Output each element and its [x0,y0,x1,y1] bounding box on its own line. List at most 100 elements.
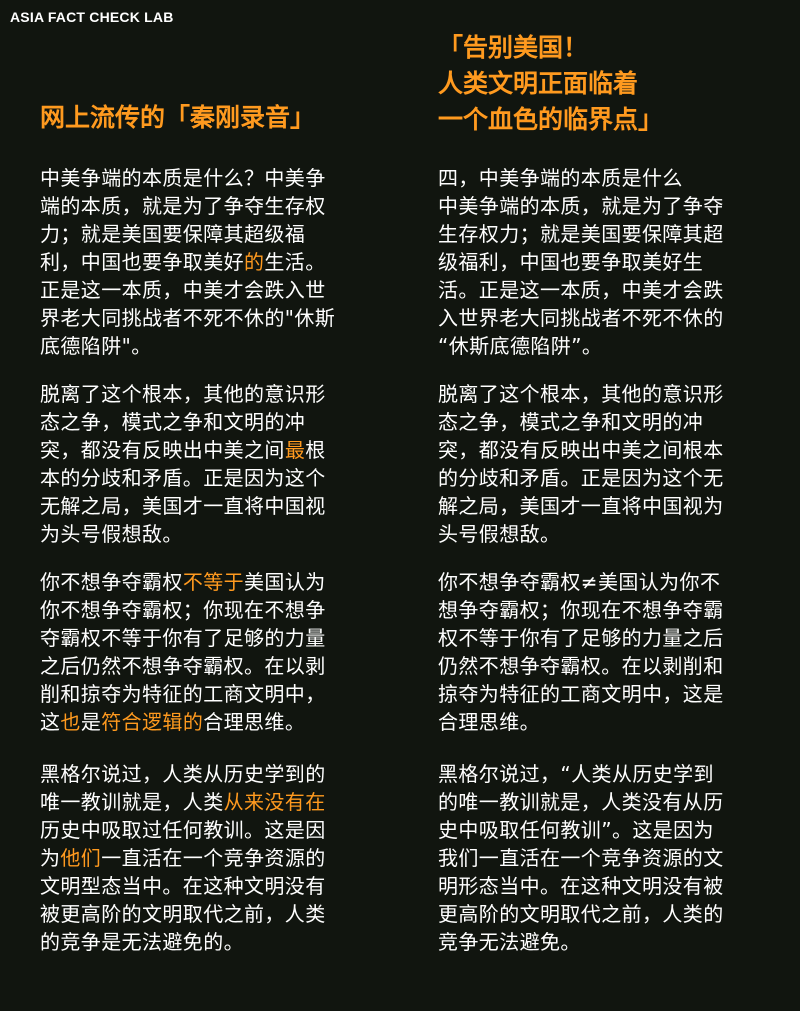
text-segment: 中美争端的本质，就是为了争夺 [438,194,724,218]
paragraph-line: 突，都没有反映出中美之间根本 [438,436,724,464]
paragraph-line: 无解之局，美国才一直将中国视 [40,492,326,520]
text-segment: 力；就是美国要保障其超级福 [40,222,306,246]
left-title: 网上流传的「秦刚录音」 [40,103,316,132]
text-segment: 黑格尔说过，人类从历史学到的 [40,762,326,786]
paragraph-line: 想争夺霸权；你现在不想争夺霸 [438,596,724,624]
text-segment: 态之争，模式之争和文明的冲 [438,410,704,434]
paragraph-line: 掠夺为特征的工商文明中，这是 [438,680,724,708]
text-segment: 掠夺为特征的工商文明中，这是 [438,682,724,706]
brand-label: ASIA FACT CHECK LAB [10,9,174,25]
paragraph-line: 更高阶的文明取代之前，人类的 [438,900,724,928]
left-paragraph-4: 黑格尔说过，人类从历史学到的 唯一教训就是，人类从来没有在 历史中吸取过任何教训。这… [40,760,326,956]
text-segment: 生活。 [264,250,326,274]
text-segment: 解之局，美国才一直将中国视为 [438,494,724,518]
highlighted-text: 他们 [60,846,102,870]
paragraph-line: 中美争端的本质是什么？中美争 [40,164,335,192]
paragraph-line: 合理思维。 [438,708,724,736]
paragraph-line: 被更高阶的文明取代之前，人类 [40,900,326,928]
paragraph-line: 你不想争夺霸权；你现在不想争 [40,596,326,624]
text-segment: 头号假想敌。 [438,522,561,546]
paragraph-line: 黑格尔说过，“人类从历史学到 [438,760,724,788]
paragraph-line: 突，都没有反映出中美之间最根 [40,436,326,464]
paragraph-line: 唯一教训就是，人类从来没有在 [40,788,326,816]
paragraph-line: 正是这一本质，中美才会跌入世 [40,276,335,304]
text-segment: 合理思维。 [203,710,306,734]
highlighted-text: 的 [244,250,265,274]
text-segment: 活。正是这一本质，中美才会跌 [438,278,724,302]
text-segment: 的唯一教训就是，人类没有从历 [438,790,724,814]
highlighted-text: 最 [284,438,306,462]
text-segment: 正是这一本质，中美才会跌入世 [40,278,326,302]
paragraph-line: 你不想争夺霸权不等于美国认为 [40,568,326,596]
paragraph-line: 脱离了这个根本，其他的意识形 [438,380,724,408]
text-segment: 四，中美争端的本质是什么 [438,166,683,190]
text-segment: 界老大同挑战者不死不休的"休斯 [40,306,336,330]
paragraph-line: 历史中吸取过任何教训。这是因 [40,816,326,844]
text-segment: 为 [40,846,61,870]
text-segment: 利，中国也要争取美好 [40,250,244,274]
right-paragraph-1: 四，中美争端的本质是什么中美争端的本质，就是为了争夺 生存权力；就是美国要保障其超… [438,164,724,360]
paragraph-line: 的唯一教训就是，人类没有从历 [438,788,724,816]
paragraph-line: 端的本质，就是为了争夺生存权 [40,192,335,220]
text-segment: 突，都没有反映出中美之间 [40,438,285,462]
paragraph-line: 为他们一直活在一个竞争资源的 [40,844,326,872]
text-segment: 仍然不想争夺霸权。在以剥削和 [438,654,724,678]
right-title-line-1: 「告别美国！ [438,33,589,62]
paragraph-line: 文明型态当中。在这种文明没有 [40,872,326,900]
text-segment: 入世界老大同挑战者不死不休的 [438,306,724,330]
text-segment: 唯一教训就是，人类 [40,790,224,814]
left-paragraph-2: 脱离了这个根本，其他的意识形 态之争，模式之争和文明的冲 突，都没有反映出中美之间最… [40,380,326,548]
paragraph-line: 态之争，模式之争和文明的冲 [438,408,724,436]
paragraph-line: 的竞争是无法避免的。 [40,928,326,956]
text-segment: 竞争无法避免。 [438,930,581,954]
text-segment: “休斯底德陷阱”。 [438,334,603,358]
paragraph-line: 权不等于你有了足够的力量之后 [438,624,724,652]
highlighted-text: 不等于 [182,570,245,594]
text-segment: 的竞争是无法避免的。 [40,930,244,954]
text-segment: 脱离了这个根本，其他的意识形 [438,382,724,406]
paragraph-line: 态之争，模式之争和文明的冲 [40,408,326,436]
text-segment: 突，都没有反映出中美之间根本 [438,438,724,462]
paragraph-line: 本的分歧和矛盾。正是因为这个 [40,464,326,492]
paragraph-line: “休斯底德陷阱”。 [438,332,724,360]
text-segment: 更高阶的文明取代之前，人类的 [438,902,724,926]
text-segment: 合理思维。 [438,710,540,734]
text-segment: 端的本质，就是为了争夺生存权 [40,194,326,218]
text-segment: 黑格尔说过，“人类从历史学到 [438,762,714,786]
paragraph-line: 界老大同挑战者不死不休的"休斯 [40,304,335,332]
text-segment: 无解之局，美国才一直将中国视 [40,494,326,518]
paragraph-line: 之后仍然不想争夺霸权。在以剥 [40,652,326,680]
text-segment: 之后仍然不想争夺霸权。在以剥 [40,654,326,678]
right-title: 「告别美国！ 人类文明正面临着 一个血色的临界点」 [438,30,663,138]
paragraph-line: 黑格尔说过，人类从历史学到的 [40,760,326,788]
paragraph-line: 活。正是这一本质，中美才会跌 [438,276,724,304]
paragraph-line: 夺霸权不等于你有了足够的力量 [40,624,326,652]
highlighted-text: 从来没有在 [223,790,326,814]
paragraph-line: 解之局，美国才一直将中国视为 [438,492,724,520]
text-segment: 夺霸权不等于你有了足够的力量 [40,626,326,650]
text-segment: 是 [80,710,102,734]
text-segment: 史中吸取任何教训”。这是因为 [438,818,714,842]
right-title-line-3: 一个血色的临界点」 [438,105,664,134]
paragraph-line: 脱离了这个根本，其他的意识形 [40,380,326,408]
text-segment: 根 [305,438,326,462]
text-segment: 被更高阶的文明取代之前，人类 [40,902,326,926]
text-segment: 生存权力；就是美国要保障其超 [438,222,724,246]
text-segment: 为头号假想敌。 [40,522,183,546]
paragraph-line: 头号假想敌。 [438,520,724,548]
text-segment: 文明型态当中。在这种文明没有 [40,874,326,898]
text-segment: 底德陷阱"。 [40,334,152,358]
paragraph-line: 史中吸取任何教训”。这是因为 [438,816,724,844]
text-segment: 中美争端的本质是什么？中美争 [40,166,326,190]
paragraph-line: 明形态当中。在这种文明没有被 [438,872,724,900]
text-segment: 脱离了这个根本，其他的意识形 [40,382,326,406]
right-paragraph-4: 黑格尔说过，“人类从历史学到 的唯一教训就是，人类没有从历 史中吸取任何教训”。这是… [438,760,724,956]
text-segment: 你不想争夺霸权 [40,570,183,594]
left-paragraph-3: 你不想争夺霸权不等于美国认为 你不想争夺霸权；你现在不想争 夺霸权不等于你有了足够的… [40,568,326,736]
text-segment: 态之争，模式之争和文明的冲 [40,410,306,434]
paragraph-line: 你不想争夺霸权≠美国认为你不 [438,568,724,596]
text-segment: 明形态当中。在这种文明没有被 [438,874,724,898]
text-segment: 你不想争夺霸权；你现在不想争 [40,598,326,622]
text-segment: 美国认为 [244,570,326,594]
highlighted-text: 符合逻辑的 [101,710,204,734]
